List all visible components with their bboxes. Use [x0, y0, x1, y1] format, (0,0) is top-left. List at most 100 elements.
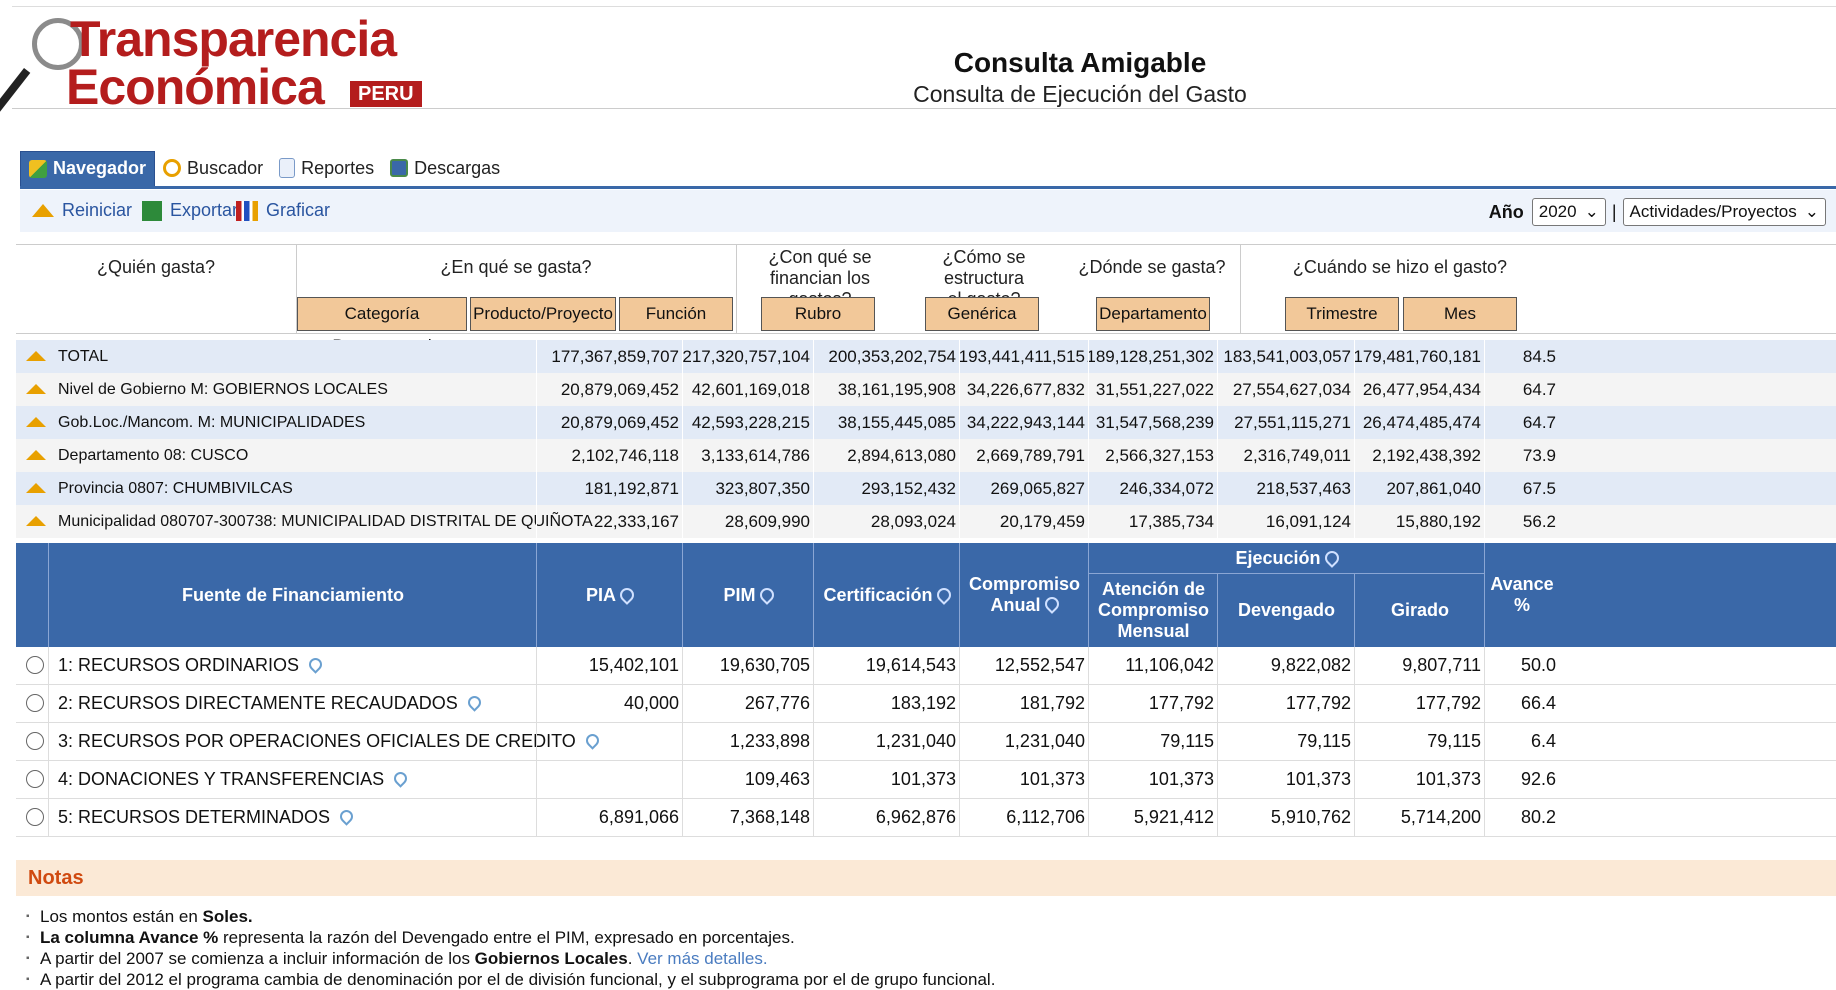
departamento-button[interactable]: Departamento	[1096, 297, 1210, 331]
note-item: La columna Avance % representa la razón …	[26, 927, 1836, 948]
summary-cell-devengado: 183,541,003,057	[1223, 347, 1351, 366]
summary-cell-pim: 42,601,169,018	[691, 380, 810, 399]
cell-pia: 40,000	[623, 693, 679, 713]
table-row[interactable]: 2: RECURSOS DIRECTAMENTE RECAUDADOS 40,00…	[16, 685, 1836, 723]
col-compromiso-anual[interactable]: Compromiso Anual	[959, 543, 1089, 647]
col-pia[interactable]: PIA	[536, 543, 683, 647]
trimestre-button[interactable]: Trimestre	[1285, 297, 1399, 331]
cell-comp_anual: 181,792	[1019, 693, 1085, 713]
summary-row: Municipalidad 080707-300738: MUNICIPALID…	[16, 505, 1836, 538]
funcion-button[interactable]: Función	[619, 297, 733, 331]
graficar-button[interactable]: Graficar	[236, 200, 330, 221]
info-icon[interactable]	[337, 807, 356, 826]
row-radio[interactable]	[26, 808, 44, 826]
row-radio[interactable]	[26, 770, 44, 788]
ver-mas-link[interactable]: Ver más detalles.	[637, 949, 767, 968]
table-row[interactable]: 5: RECURSOS DETERMINADOS 6,891,066 7,368,1…	[16, 799, 1836, 837]
table-row[interactable]: 4: DONACIONES Y TRANSFERENCIAS 109,463 101…	[16, 761, 1836, 799]
year-select[interactable]: 2020 ⌄	[1531, 198, 1606, 226]
cell-atencion: 101,373	[1148, 769, 1214, 789]
summary-cell-avance: 64.7	[1522, 413, 1556, 432]
header-divider	[12, 108, 1836, 109]
tab-reportes[interactable]: Reportes	[271, 151, 382, 185]
page-title-block: Consulta Amigable Consulta de Ejecución …	[860, 46, 1300, 108]
summary-cell-pia: 181,192,871	[584, 479, 679, 498]
logo[interactable]: Transparencia Económica PERU	[0, 10, 422, 118]
generica-button[interactable]: Genérica	[925, 297, 1039, 331]
exportar-button[interactable]: Exportar	[142, 200, 238, 221]
fuente-cell: 2: RECURSOS DIRECTAMENTE RECAUDADOS	[58, 685, 484, 722]
summary-cell-cert: 2,894,613,080	[847, 446, 956, 465]
cell-atencion: 5,921,412	[1133, 807, 1214, 827]
summary-cell-devengado: 16,091,124	[1265, 512, 1351, 531]
table-row[interactable]: 3: RECURSOS POR OPERACIONES OFICIALES DE…	[16, 723, 1836, 761]
table-row[interactable]: 1: RECURSOS ORDINARIOS 15,402,101 19,630,7…	[16, 647, 1836, 685]
summary-cell-comp_anual: 34,222,943,144	[966, 413, 1085, 432]
reiniciar-button[interactable]: Reiniciar	[32, 200, 132, 221]
fuente-cell: 5: RECURSOS DETERMINADOS	[58, 799, 356, 836]
logo-badge: PERU	[350, 81, 422, 107]
producto-proyecto-button[interactable]: Producto/Proyecto	[470, 297, 616, 331]
info-icon[interactable]	[617, 585, 637, 605]
col-group-ejecucion: Ejecución	[1088, 543, 1485, 574]
drill-up-icon[interactable]	[26, 417, 46, 427]
tab-navegador[interactable]: Navegador	[20, 150, 156, 186]
summary-cell-atencion: 17,385,734	[1128, 512, 1214, 531]
tab-descargas[interactable]: Descargas	[382, 151, 508, 185]
notes-section: Notas Los montos están en Soles. La colu…	[16, 860, 1836, 990]
row-radio[interactable]	[26, 656, 44, 674]
summary-cell-girado: 26,477,954,434	[1362, 380, 1481, 399]
info-icon[interactable]	[933, 585, 954, 605]
cell-girado: 79,115	[1427, 731, 1481, 751]
chevron-down-icon: ⌄	[1584, 202, 1599, 221]
categoria-presupuestal-button[interactable]: Categoría Presupuestal	[297, 297, 467, 355]
note-item: Los montos están en Soles.	[26, 906, 1836, 927]
info-icon[interactable]	[1041, 594, 1062, 614]
cell-girado: 9,807,711	[1402, 655, 1481, 675]
row-radio[interactable]	[26, 732, 44, 750]
row-radio[interactable]	[26, 694, 44, 712]
question-donde: ¿Dónde se gasta?	[1078, 257, 1226, 277]
summary-cell-avance: 64.7	[1522, 380, 1556, 399]
bar-chart-icon	[236, 200, 258, 221]
summary-cell-girado: 15,880,192	[1395, 512, 1481, 531]
cell-devengado: 177,792	[1285, 693, 1351, 713]
col-girado: Girado	[1354, 574, 1485, 647]
tab-buscador[interactable]: Buscador	[155, 151, 271, 185]
summary-cell-comp_anual: 20,179,459	[999, 512, 1085, 531]
cell-cert: 101,373	[890, 769, 956, 789]
col-pim[interactable]: PIM	[682, 543, 814, 647]
drill-up-icon[interactable]	[26, 450, 46, 460]
info-icon[interactable]	[391, 769, 410, 788]
summary-cell-pim: 217,320,757,104	[682, 347, 810, 366]
summary-cell-atencion: 189,128,251,302	[1086, 347, 1214, 366]
main-table: Fuente de Financiamiento PIA PIM Certifi…	[16, 543, 1836, 837]
mes-button[interactable]: Mes	[1403, 297, 1517, 331]
drill-up-icon[interactable]	[26, 516, 46, 526]
rubro-button[interactable]: Rubro	[761, 297, 875, 331]
summary-cell-cert: 28,093,024	[870, 512, 956, 531]
summary-row: Nivel de Gobierno M: GOBIERNOS LOCALES 20…	[16, 373, 1836, 406]
drill-up-icon[interactable]	[26, 384, 46, 394]
table-header: Fuente de Financiamiento PIA PIM Certifi…	[16, 543, 1836, 647]
summary-cell-cert: 200,353,202,754	[828, 347, 956, 366]
type-select[interactable]: Actividades/Proyectos ⌄	[1622, 198, 1826, 226]
info-icon[interactable]	[756, 585, 777, 605]
info-icon[interactable]	[465, 693, 484, 712]
summary-cell-pia: 20,879,069,452	[560, 413, 679, 432]
summary-cell-cert: 38,161,195,908	[837, 380, 956, 399]
cell-cert: 1,231,040	[875, 731, 956, 751]
summary-table: TOTAL 177,367,859,707 217,320,757,104 200,3…	[16, 340, 1836, 538]
cell-girado: 5,714,200	[1400, 807, 1481, 827]
summary-row: Provincia 0807: CHUMBIVILCAS 181,192,871 3…	[16, 472, 1836, 505]
summary-cell-girado: 26,474,485,474	[1362, 413, 1481, 432]
drill-up-icon[interactable]	[26, 483, 46, 493]
drill-up-icon[interactable]	[26, 351, 46, 361]
cell-comp_anual: 6,112,706	[1006, 807, 1085, 827]
cell-pim: 7,368,148	[729, 807, 810, 827]
col-certificacion[interactable]: Certificación	[813, 543, 960, 647]
info-icon[interactable]	[583, 731, 602, 750]
info-icon[interactable]	[1321, 548, 1342, 568]
summary-label: Departamento 08: CUSCO	[58, 447, 249, 464]
info-icon[interactable]	[306, 655, 325, 674]
